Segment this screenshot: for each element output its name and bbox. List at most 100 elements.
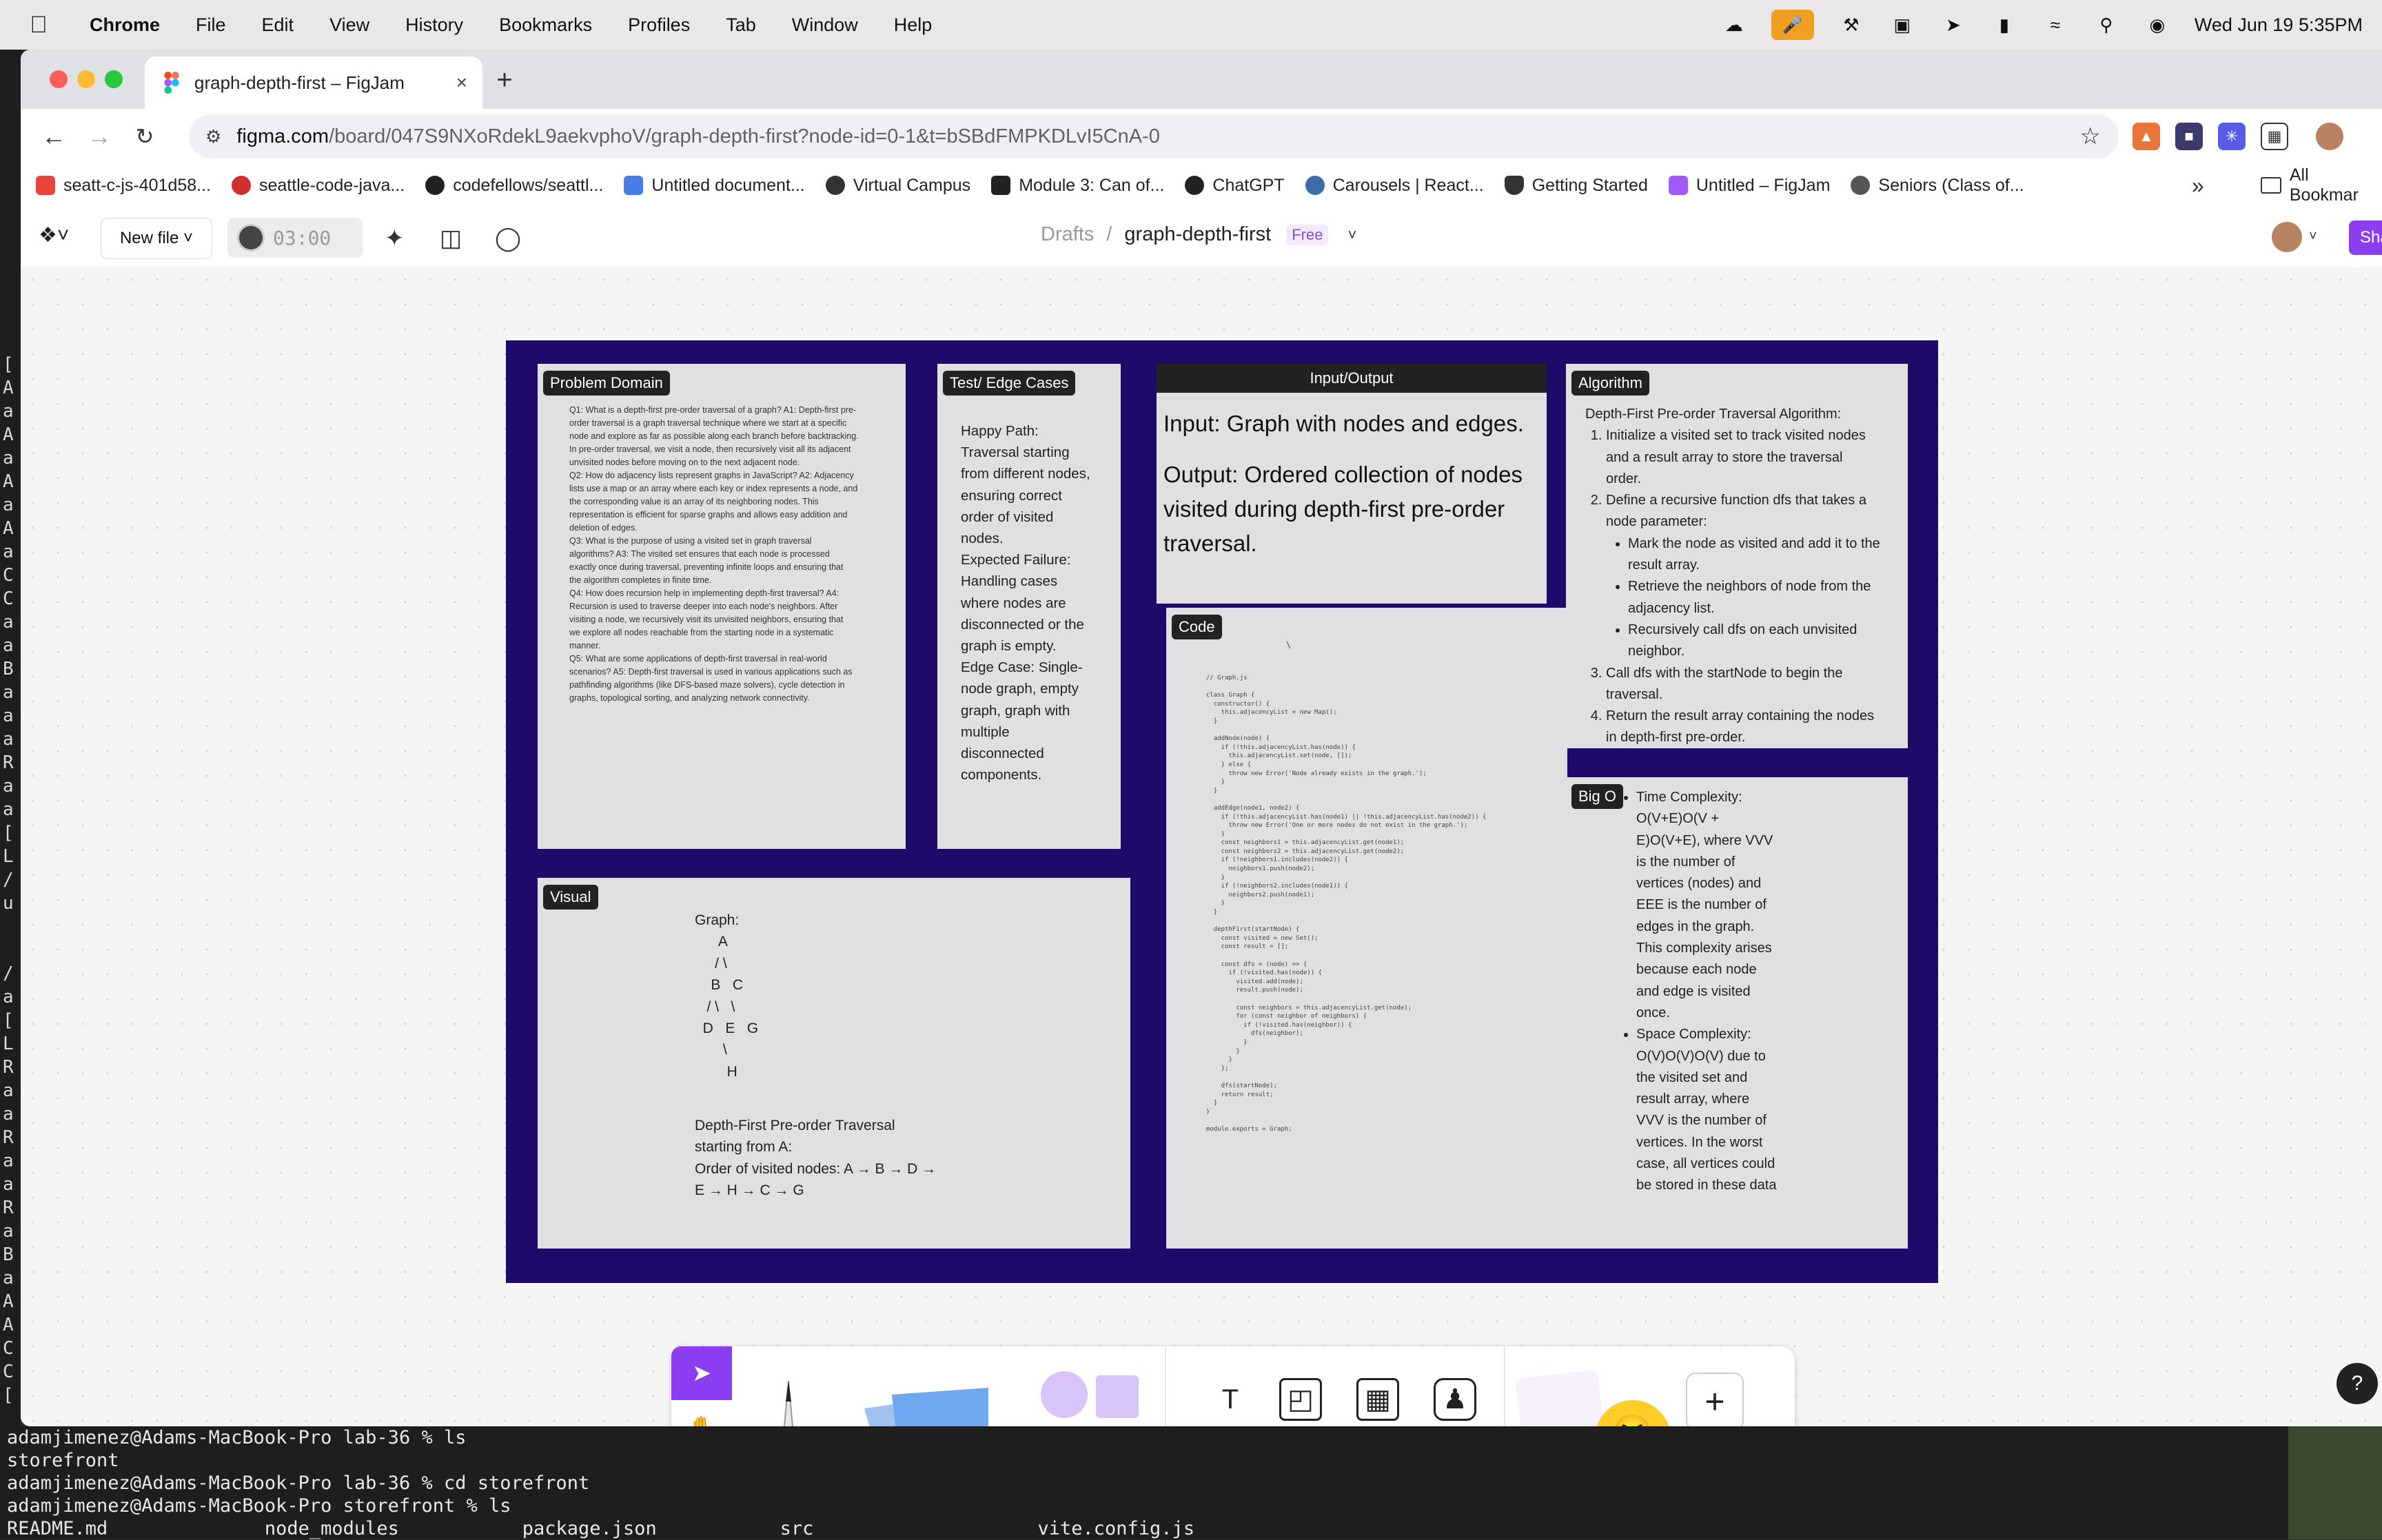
visual-graph[interactable]: Graph: A / \ B C / \ \ D E G \ H [695, 910, 758, 1082]
section-visual[interactable]: Visual Graph: A / \ B C / \ \ D E G \ H … [538, 878, 1130, 1249]
reload-icon[interactable]: ↻ [130, 121, 160, 152]
algorithm-substep[interactable]: Retrieve the neighbors of node from the … [1628, 576, 1882, 619]
bookmark-item[interactable]: Getting Started [1504, 176, 1648, 196]
menu-view[interactable]: View [329, 14, 369, 36]
menu-edit[interactable]: Edit [262, 14, 294, 36]
bookmark-item[interactable]: codefellows/seattl... [425, 176, 603, 196]
breadcrumb-drafts[interactable]: Drafts [1041, 223, 1094, 246]
figma-menu-icon[interactable]: ❖˅ [39, 223, 69, 247]
tab-figjam[interactable]: graph-depth-first – FigJam × [145, 57, 482, 109]
new-tab-button[interactable]: + [484, 59, 525, 101]
chevron-down-icon[interactable]: ˅ [1347, 226, 1356, 244]
new-file-button[interactable]: New file ˅ [101, 218, 212, 259]
wifi-icon[interactable]: ≈ [2042, 13, 2069, 37]
timer-widget[interactable]: 03:00 [227, 218, 363, 258]
window-minimize-button[interactable] [77, 70, 95, 88]
jambot-widget-icon[interactable] [1515, 1370, 1606, 1426]
extension-note-icon[interactable]: ■ [2175, 123, 2203, 150]
microphone-icon[interactable]: 🎤 [1771, 10, 1814, 40]
algorithm-intro[interactable]: Depth-First Pre-order Traversal Algorith… [1585, 404, 1882, 425]
address-bar[interactable]: ⚙ figma.com /board/047S9NXoRdekL9aekvpho… [189, 114, 2119, 158]
section-big-o[interactable]: Big O Time Complexity: O(V+E)O(V + E)O(V… [1566, 777, 1908, 1249]
share-button[interactable]: Sha [2349, 220, 2382, 255]
test-edge-text[interactable]: Happy Path: Traversal starting from diff… [961, 420, 1117, 786]
bookmark-item[interactable]: Seniors (Class of... [1851, 176, 2024, 196]
battery-icon[interactable]: ▮ [1991, 13, 2018, 37]
menu-history[interactable]: History [405, 14, 463, 36]
ai-sparkle-icon[interactable]: ✦ [385, 225, 405, 252]
window-close-button[interactable] [50, 70, 68, 88]
apple-icon[interactable]:  [21, 0, 57, 50]
algorithm-step[interactable]: Return the result array containing the n… [1606, 706, 1882, 749]
menu-file[interactable]: File [196, 14, 226, 36]
time-complexity[interactable]: Time Complexity: O(V+E)O(V + E)O(V+E), w… [1636, 787, 1780, 1024]
section-label[interactable]: Algorithm [1571, 371, 1649, 396]
window-zoom-button[interactable] [105, 70, 123, 88]
spotlight-search-icon[interactable]: ⚲ [2093, 13, 2120, 37]
menu-window[interactable]: Window [792, 14, 858, 36]
algorithm-step[interactable]: Initialize a visited set to track visite… [1606, 425, 1882, 490]
bookmarks-overflow-icon[interactable]: » [2192, 173, 2204, 198]
site-info-icon[interactable]: ⚙ [205, 126, 221, 147]
section-label[interactable]: Big O [1571, 784, 1624, 809]
input-text[interactable]: Input: Graph with nodes and edges. [1163, 407, 1543, 441]
section-input-output[interactable]: Input/Output Input: Graph with nodes and… [1157, 364, 1547, 604]
bookmark-star-icon[interactable]: ☆ [2080, 123, 2101, 150]
bookmark-item[interactable]: Carousels | React... [1305, 176, 1484, 196]
visual-traversal[interactable]: Depth-First Pre-order Traversal starting… [695, 1115, 936, 1202]
code-text[interactable]: // Graph.js class Graph { constructor() … [1206, 674, 1486, 1133]
back-arrow-icon[interactable]: ← [39, 121, 69, 152]
section-code[interactable]: Code \ // Graph.js class Graph { constru… [1166, 608, 1567, 1249]
bookmark-item[interactable]: seattle-code-java... [232, 176, 405, 196]
more-tools-button[interactable]: + [1686, 1373, 1744, 1426]
creative-cloud-icon[interactable]: ☁ [1720, 13, 1748, 37]
navigation-icon[interactable]: ➤ [1940, 13, 1967, 37]
space-complexity[interactable]: Space Complexity: O(V)O(V)O(V) due to th… [1636, 1024, 1780, 1196]
extension-sparkle-icon[interactable]: ✳ [2218, 123, 2246, 150]
figjam-canvas[interactable]: Problem Domain Q1: What is a depth-first… [21, 267, 2382, 1426]
control-center-icon[interactable]: ◉ [2144, 13, 2171, 37]
section-label[interactable]: Input/Output [1157, 364, 1547, 393]
section-test-edge-cases[interactable]: Test/ Edge Cases Happy Path: Traversal s… [937, 364, 1121, 849]
forward-arrow-icon[interactable]: → [84, 121, 114, 152]
section-tool-icon[interactable]: ◰ [1279, 1378, 1322, 1421]
menu-help[interactable]: Help [894, 14, 933, 36]
algorithm-step[interactable]: Call dfs with the startNode to begin the… [1606, 663, 1882, 706]
layout-icon[interactable]: ◫ [440, 225, 462, 252]
profile-avatar-icon[interactable] [2316, 123, 2343, 150]
sticky-note-tool-icon[interactable] [857, 1367, 995, 1426]
hand-tool-button[interactable]: ✋ [671, 1402, 732, 1426]
comment-icon[interactable]: ◯ [495, 225, 521, 252]
emoji-reaction-icon[interactable]: 😆 [1595, 1400, 1671, 1426]
menu-profiles[interactable]: Profiles [628, 14, 690, 36]
section-label[interactable]: Code [1172, 615, 1222, 639]
algorithm-step[interactable]: Define a recursive function dfs that tak… [1606, 490, 1882, 662]
output-text[interactable]: Output: Ordered collection of nodes visi… [1163, 458, 1543, 561]
bookmark-item[interactable]: Virtual Campus [825, 176, 970, 196]
text-tool-icon[interactable]: T [1209, 1378, 1252, 1421]
select-tool-button[interactable]: ➤ [671, 1346, 732, 1400]
chevron-down-icon[interactable]: ˅ [2309, 229, 2317, 245]
screen-icon[interactable]: ▣ [1889, 13, 1916, 37]
extension-fox-icon[interactable]: ▲ [2132, 123, 2160, 150]
bookmark-item[interactable]: Module 3: Can of... [991, 176, 1164, 196]
all-bookmarks-button[interactable]: All Bookmar [2261, 165, 2382, 205]
shapes-tool-icon[interactable] [1037, 1367, 1147, 1426]
help-button[interactable]: ? [2337, 1363, 2378, 1404]
menu-app-chrome[interactable]: Chrome [90, 14, 160, 36]
menu-bookmarks[interactable]: Bookmarks [499, 14, 592, 36]
algorithm-substep[interactable]: Recursively call dfs on each unvisited n… [1628, 619, 1882, 663]
extensions-puzzle-icon[interactable]: ▦ [2261, 123, 2288, 150]
terminal-window[interactable]: adamjimenez@Adams-MacBook-Pro lab-36 % l… [0, 1426, 2288, 1539]
bookmark-item[interactable]: Untitled – FigJam [1668, 176, 1830, 196]
problem-domain-text[interactable]: Q1: What is a depth-first pre-order trav… [569, 404, 900, 705]
menu-tab[interactable]: Tab [726, 14, 756, 36]
section-label[interactable]: Problem Domain [543, 371, 670, 396]
marker-tool-icon[interactable] [768, 1367, 809, 1426]
section-problem-domain[interactable]: Problem Domain Q1: What is a depth-first… [538, 364, 906, 849]
algorithm-substep[interactable]: Mark the node as visited and add it to t… [1628, 533, 1882, 577]
table-tool-icon[interactable]: ▦ [1356, 1378, 1399, 1421]
tools-icon[interactable]: ⚒ [1838, 13, 1865, 37]
section-algorithm[interactable]: Algorithm Depth-First Pre-order Traversa… [1566, 364, 1908, 748]
menubar-datetime[interactable]: Wed Jun 19 5:35PM [2195, 14, 2363, 36]
